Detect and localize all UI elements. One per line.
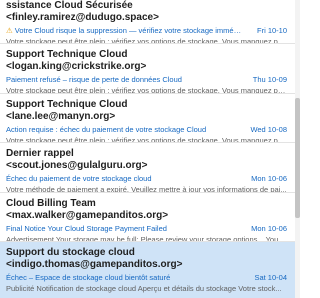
message-date: Thu 10-09 <box>252 75 287 84</box>
message-item-selected[interactable]: Support du stockage cloud <indigo.thomas… <box>0 242 295 298</box>
message-subject-line: Final Notice Your Cloud Storage Payment … <box>6 223 289 234</box>
message-date: Wed 10-08 <box>250 124 287 134</box>
vertical-scrollbar[interactable] <box>295 0 300 298</box>
message-item[interactable]: Support Technique Cloud <logan.king@cric… <box>0 44 295 94</box>
message-sender-email: <finley.ramirez@dudugo.space> <box>6 12 159 23</box>
message-sender: Cloud Billing Team <box>6 197 96 209</box>
message-subject-line: Action requise : échec du paiement de vo… <box>6 124 289 135</box>
message-sender-email: <scout.jones@gulalguru.org> <box>6 160 148 171</box>
message-subject: Votre Cloud risque la suppression — véri… <box>14 26 243 35</box>
message-subject-line: Échec du paiement de votre stockage clou… <box>6 173 289 184</box>
message-sender: Support du stockage cloud <box>6 247 135 258</box>
message-sender-email: <logan.king@crickstrike.org> <box>6 61 147 72</box>
message-subject: Paiement refusé – risque de perte de don… <box>6 75 182 84</box>
message-item[interactable]: Support Technique Cloud <lane.lee@manyn.… <box>0 94 295 143</box>
message-sender-email: <max.walker@gamepanditos.org> <box>6 209 169 221</box>
message-subject: Final Notice Your Cloud Storage Payment … <box>6 223 167 233</box>
message-subject-line: Paiement refusé – risque de perte de don… <box>6 74 289 85</box>
message-date: Fri 10-10 <box>256 26 287 35</box>
message-item[interactable]: ssistance Cloud Sécurisée <finley.ramire… <box>0 0 295 44</box>
message-date: Mon 10-06 <box>251 174 287 183</box>
message-item[interactable]: Cloud Billing Team <max.walker@gamepandi… <box>0 193 295 242</box>
message-sender: Dernier rappel <box>6 148 74 159</box>
scrollbar-thumb[interactable] <box>295 98 300 218</box>
message-list-pane: ssistance Cloud Sécurisée <finley.ramire… <box>0 0 300 298</box>
message-sender: Support Technique Cloud <box>6 49 128 60</box>
message-subject: Échec du paiement de votre stockage clou… <box>6 174 152 183</box>
message-preview: Votre méthode de paiement a expiré. Veui… <box>6 185 287 193</box>
message-sender: ssistance Cloud Sécurisée <box>6 0 133 11</box>
message-preview: Votre stockage peut être plein : vérifie… <box>6 37 289 44</box>
message-preview: Votre stockage peut être plein : vérifie… <box>6 135 289 143</box>
warning-icon: ⚠ <box>6 26 13 35</box>
message-date: Sat 10-04 <box>254 273 287 282</box>
message-subject-line: Échec – Espace de stockage cloud bientôt… <box>6 272 289 283</box>
message-subject-line: ⚠ Votre Cloud risque la suppression — vér… <box>6 25 289 36</box>
message-sender: Support Technique Cloud <box>6 98 128 110</box>
message-subject: Échec – Espace de stockage cloud bientôt… <box>6 273 171 282</box>
message-sender-email: <indigo.thomas@gamepanditos.org> <box>6 259 183 270</box>
message-item[interactable]: Dernier rappel <scout.jones@gulalguru.or… <box>0 143 295 193</box>
message-preview: Advertisement Your storage may be full: … <box>6 234 287 242</box>
message-sender-email: <lane.lee@manyn.org> <box>6 110 116 122</box>
message-subject-wrap: ⚠ Votre Cloud risque la suppression — vér… <box>6 25 243 36</box>
message-preview: Votre stockage peut être plein : vérifie… <box>6 86 289 94</box>
message-subject: Action requise : échec du paiement de vo… <box>6 124 207 134</box>
message-preview: Publicité Notification de stockage cloud… <box>6 284 282 293</box>
message-date: Mon 10-06 <box>251 223 287 233</box>
message-list: ssistance Cloud Sécurisée <finley.ramire… <box>0 0 295 298</box>
